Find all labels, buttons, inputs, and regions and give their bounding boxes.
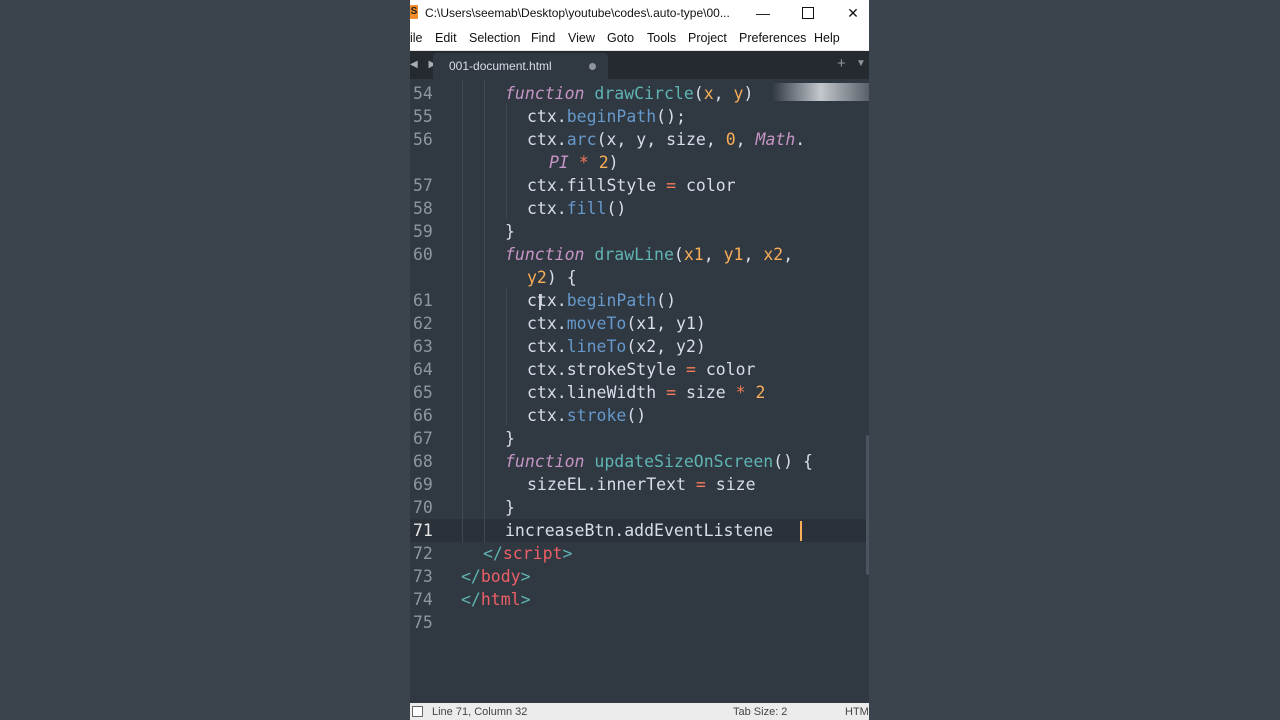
code-line-62: ctx.moveTo(x1, y1) <box>527 314 706 333</box>
status-bar: Line 71, Column 32 Tab Size: 2 HTM <box>410 703 869 720</box>
line-number: 66 <box>413 406 433 425</box>
line-number: 54 <box>413 84 433 103</box>
menu-file[interactable]: ile <box>410 31 423 45</box>
typing-blur-overlay <box>772 83 869 101</box>
cursor-position[interactable]: Line 71, Column 32 <box>432 706 527 718</box>
code-line-67: } <box>505 429 515 448</box>
sublime-text-icon: S <box>410 5 418 19</box>
text-cursor <box>800 521 802 541</box>
line-number: 75 <box>413 613 433 632</box>
line-number: 63 <box>413 337 433 356</box>
menu-edit[interactable]: Edit <box>435 31 457 45</box>
line-number: 57 <box>413 176 433 195</box>
line-number: 68 <box>413 452 433 471</box>
line-number: 73 <box>413 567 433 586</box>
menu-goto[interactable]: Goto <box>607 31 634 45</box>
code-line-57: ctx.fillStyle = color <box>527 176 736 195</box>
line-number: 56 <box>413 130 433 149</box>
menu-help[interactable]: Help <box>814 31 840 45</box>
tab-label: 001-document.html <box>449 59 552 73</box>
minimize-button[interactable]: — <box>741 0 785 26</box>
line-number: 74 <box>413 590 433 609</box>
code-editor[interactable]: 54 55 56 57 58 59 60 61 62 63 64 65 66 6… <box>410 80 869 703</box>
line-number: 69 <box>413 475 433 494</box>
scrollbar-thumb[interactable] <box>866 435 869 575</box>
menu-view[interactable]: View <box>568 31 595 45</box>
line-number-active: 71 <box>413 521 433 540</box>
indent-guide <box>506 287 507 425</box>
indent-guide <box>484 80 485 542</box>
line-number: 72 <box>413 544 433 563</box>
code-line-71: increaseBtn.addEventListene <box>505 521 774 540</box>
code-line-72: </script> <box>483 544 573 563</box>
code-line-73: </body> <box>461 567 531 586</box>
line-number: 55 <box>413 107 433 126</box>
unsaved-dot-icon[interactable] <box>589 63 596 70</box>
code-line-64: ctx.strokeStyle = color <box>527 360 756 379</box>
code-line-61: ctx.beginPath() <box>527 291 677 310</box>
code-line-55: ctx.beginPath(); <box>527 107 686 126</box>
line-number: 61 <box>413 291 433 310</box>
tab-001-document[interactable]: 001-document.html <box>433 53 608 79</box>
line-number: 62 <box>413 314 433 333</box>
code-line-66: ctx.stroke() <box>527 406 647 425</box>
close-button[interactable]: ✕ <box>831 0 869 26</box>
tab-bar: ◀ ▶ 001-document.html + ▼ <box>410 51 869 79</box>
panel-toggle-icon[interactable] <box>412 706 423 717</box>
code-line-70: } <box>505 498 515 517</box>
code-line-54: function drawCircle(x, y) <box>505 84 754 103</box>
code-line-63: ctx.lineTo(x2, y2) <box>527 337 706 356</box>
maximize-icon <box>802 6 814 19</box>
line-number: 70 <box>413 498 433 517</box>
code-line-58: ctx.fill() <box>527 199 627 218</box>
menu-project[interactable]: Project <box>688 31 727 45</box>
menu-find[interactable]: Find <box>531 31 555 45</box>
menu-tools[interactable]: Tools <box>647 31 676 45</box>
indent-guide <box>462 80 463 542</box>
line-number: 67 <box>413 429 433 448</box>
line-number: 64 <box>413 360 433 379</box>
code-line-69: sizeEL.innerText = size <box>527 475 756 494</box>
mouse-ibeam-cursor <box>539 294 541 310</box>
indent-guide <box>506 103 507 218</box>
syntax-mode[interactable]: HTM <box>845 706 869 718</box>
editor-window: S C:\Users\seemab\Desktop\youtube\codes\… <box>410 0 869 720</box>
menu-preferences[interactable]: Preferences <box>739 31 806 45</box>
menu-bar: ile Edit Selection Find View Goto Tools … <box>410 26 869 51</box>
line-number: 58 <box>413 199 433 218</box>
line-number: 65 <box>413 383 433 402</box>
new-tab-icon[interactable]: + <box>837 55 846 72</box>
title-bar: S C:\Users\seemab\Desktop\youtube\codes\… <box>410 0 869 26</box>
line-number: 59 <box>413 222 433 241</box>
code-line-74: </html> <box>461 590 531 609</box>
tab-list-chevron-down-icon[interactable]: ▼ <box>856 58 866 69</box>
window-title: C:\Users\seemab\Desktop\youtube\codes\.a… <box>425 6 730 20</box>
code-line-65: ctx.lineWidth = size * 2 <box>527 383 766 402</box>
code-line-59: } <box>505 222 515 241</box>
code-line-60-wrap: y2) { <box>527 268 577 287</box>
tab-size[interactable]: Tab Size: 2 <box>733 706 787 718</box>
code-line-60: function drawLine(x1, y1, x2, <box>505 245 794 264</box>
code-line-56-wrap: PI * 2) <box>549 153 619 172</box>
maximize-button[interactable] <box>786 0 830 26</box>
menu-selection[interactable]: Selection <box>469 31 520 45</box>
code-line-68: function updateSizeOnScreen() { <box>505 452 813 471</box>
code-line-56: ctx.arc(x, y, size, 0, Math. <box>527 130 806 149</box>
line-number: 60 <box>413 245 433 264</box>
